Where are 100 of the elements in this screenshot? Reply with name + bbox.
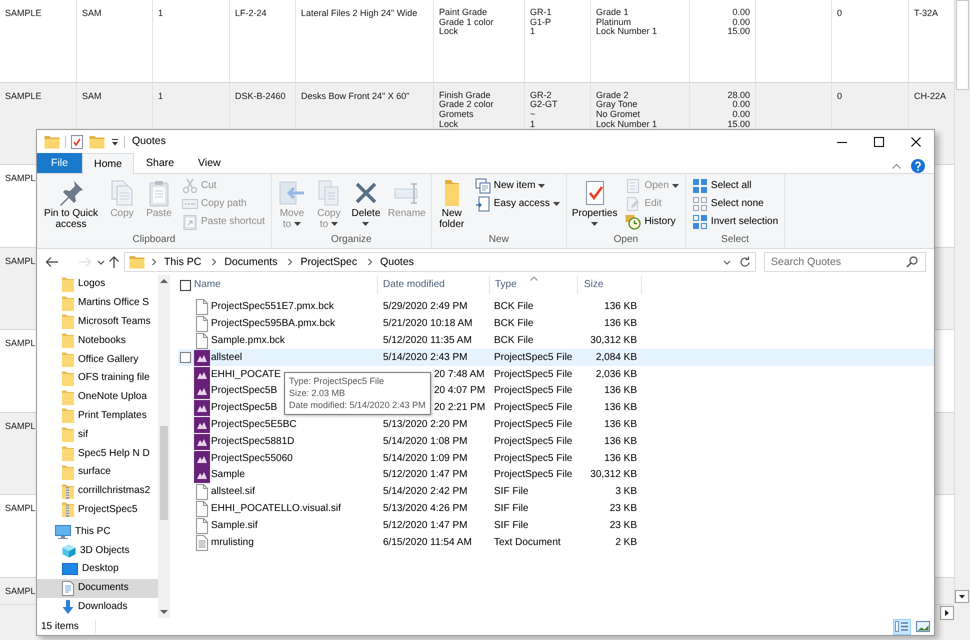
nav-item[interactable]: Spec5 Help N D xyxy=(37,444,158,463)
select-none-button[interactable]: Select none xyxy=(688,195,782,213)
file-type: ProjectSpec5 File xyxy=(494,352,572,363)
file-row[interactable]: allsteel 5/14/2020 2:43 PM ProjectSpec5 File 2,084 KB xyxy=(178,349,934,366)
properties-icon[interactable] xyxy=(71,134,83,148)
dropdown-caret-icon[interactable] xyxy=(723,260,731,264)
breadcrumb[interactable]: Documents xyxy=(220,256,282,268)
file-type: SIF File xyxy=(494,486,528,498)
file-name: ProjectSpec5881D xyxy=(211,436,294,448)
nav-item[interactable]: Logos xyxy=(37,275,158,294)
file-size: 136 KB xyxy=(604,452,637,464)
nav-item[interactable]: Downloads xyxy=(37,598,158,616)
chevron-icon[interactable] xyxy=(211,258,218,266)
app-file-icon xyxy=(194,400,210,416)
address-bar[interactable]: This PC Documents ProjectSpec Quotes xyxy=(124,252,756,272)
delete-button[interactable]: Delete xyxy=(348,177,383,233)
back-arrow-icon xyxy=(45,256,59,268)
new-item-button[interactable]: New item xyxy=(472,177,563,195)
grid-cell-text: GR-2 G2-GT ~ 1 xyxy=(530,90,558,130)
modified-date: 6/15/2020 11:54 AM xyxy=(383,536,472,548)
nav-item[interactable]: Documents xyxy=(37,578,158,598)
nav-item[interactable]: Desktop xyxy=(37,560,158,579)
ribbon-tab[interactable]: Home xyxy=(82,153,134,174)
nav-item[interactable]: surface xyxy=(37,462,158,482)
easy-access-button[interactable]: Easy access xyxy=(472,195,563,213)
history-button[interactable]: History xyxy=(622,213,682,231)
nav-item[interactable]: Print Templates xyxy=(37,406,158,426)
file-name: ProjectSpec5B xyxy=(211,402,278,414)
folder-icon xyxy=(62,390,74,405)
column-header[interactable]: Size xyxy=(578,276,642,294)
nav-item[interactable]: Office Gallery xyxy=(37,350,158,369)
details-view-button[interactable] xyxy=(893,618,911,634)
nav-item[interactable]: OneNote Uploa xyxy=(37,388,158,407)
collapse-ribbon-icon[interactable] xyxy=(892,164,901,168)
select-all-button[interactable]: Select all xyxy=(688,177,782,195)
breadcrumb[interactable]: ProjectSpec xyxy=(296,256,362,268)
file-size: 30,312 KB xyxy=(590,334,637,346)
nav-item[interactable]: corrillchristmas2 xyxy=(37,482,158,501)
file-menu-tab[interactable]: File xyxy=(37,153,82,173)
row-checkbox[interactable] xyxy=(180,352,190,364)
scrollbar-thumb[interactable] xyxy=(956,0,969,90)
nav-item[interactable]: OFS training file xyxy=(37,368,158,388)
invert-selection-button[interactable]: Invert selection xyxy=(688,213,782,231)
search-field[interactable]: Search Quotes xyxy=(764,252,926,272)
details-view-icon xyxy=(895,620,909,633)
ribbon-tab[interactable]: Share xyxy=(134,153,186,173)
ribbon-group-label: Clipboard xyxy=(132,234,176,247)
ribbon-group-label: New xyxy=(488,234,510,247)
breadcrumb[interactable]: Quotes xyxy=(376,256,418,268)
column-header[interactable]: Type xyxy=(490,276,578,294)
select-all-checkbox[interactable] xyxy=(180,280,190,290)
large-icons-view-button[interactable] xyxy=(914,618,932,634)
file-size: 3 KB xyxy=(615,486,637,498)
pin-to-quick-access-button[interactable]: Pin to Quick access xyxy=(40,177,102,233)
chevron-icon[interactable] xyxy=(367,258,374,266)
file-type: Text Document xyxy=(494,536,561,548)
forward-arrow-icon xyxy=(78,256,92,268)
nav-item[interactable]: 3D Objects xyxy=(37,541,158,560)
blank-file-icon xyxy=(196,299,208,316)
refresh-icon[interactable] xyxy=(739,256,751,268)
help-icon[interactable] xyxy=(911,159,925,173)
nav-item[interactable]: sif xyxy=(37,425,158,444)
grid-cell-text: Grade 2 Gray Tone No Gromet Lock Number 1 xyxy=(596,90,658,130)
tooltip-text: Date modified: 5/14/2020 2:43 PM xyxy=(289,399,426,412)
grid-cell-text: 28.00 0.00 0.00 15.00 xyxy=(727,90,750,130)
caret-icon xyxy=(294,222,301,226)
file-type: BCK File xyxy=(494,334,534,346)
modified-date: 5/14/2020 1:08 PM xyxy=(383,436,468,447)
file-type: ProjectSpec5 File xyxy=(494,436,572,447)
scissors-icon xyxy=(182,178,198,194)
status-text: 15 items xyxy=(41,620,79,632)
column-header[interactable]: Date modified xyxy=(378,276,490,294)
grid-cell-text: Finish Grade Grade 2 color Gromets Lock xyxy=(439,90,494,130)
ribbon-tab[interactable]: View xyxy=(186,153,233,173)
close-icon xyxy=(910,136,920,146)
scrollbar-thumb[interactable] xyxy=(160,426,168,520)
new-folder-button[interactable]: New folder xyxy=(434,177,469,233)
file-size: 136 KB xyxy=(604,385,637,396)
modified-date: 5/13/2020 2:20 PM xyxy=(383,418,468,430)
text-file-icon xyxy=(196,534,208,551)
breadcrumb[interactable]: This PC xyxy=(160,256,206,268)
nav-item[interactable]: Martins Office S xyxy=(37,294,158,313)
search-icon[interactable] xyxy=(906,256,918,268)
nav-item[interactable]: This PC xyxy=(37,522,158,542)
modified-date: 20 2:21 PM xyxy=(434,402,486,414)
file-size: 2 KB xyxy=(615,536,637,548)
column-header[interactable]: Name xyxy=(192,276,378,294)
nav-item[interactable]: Notebooks xyxy=(37,331,158,350)
file-type: ProjectSpec5 File xyxy=(494,385,572,396)
scroll-right-icon[interactable] xyxy=(940,606,954,620)
properties-button[interactable]: Properties xyxy=(570,177,620,233)
chevron-icon[interactable] xyxy=(287,258,294,266)
large-icons-view-icon xyxy=(916,621,930,632)
window-title: Quotes xyxy=(132,135,166,148)
nav-item[interactable]: Microsoft Teams xyxy=(37,312,158,332)
customize-caret-icon[interactable] xyxy=(111,138,119,146)
folder-icon xyxy=(62,296,74,311)
scroll-down-icon[interactable] xyxy=(955,590,969,603)
chevron-icon[interactable] xyxy=(151,258,157,266)
nav-item[interactable]: ProjectSpec5 xyxy=(37,500,158,520)
